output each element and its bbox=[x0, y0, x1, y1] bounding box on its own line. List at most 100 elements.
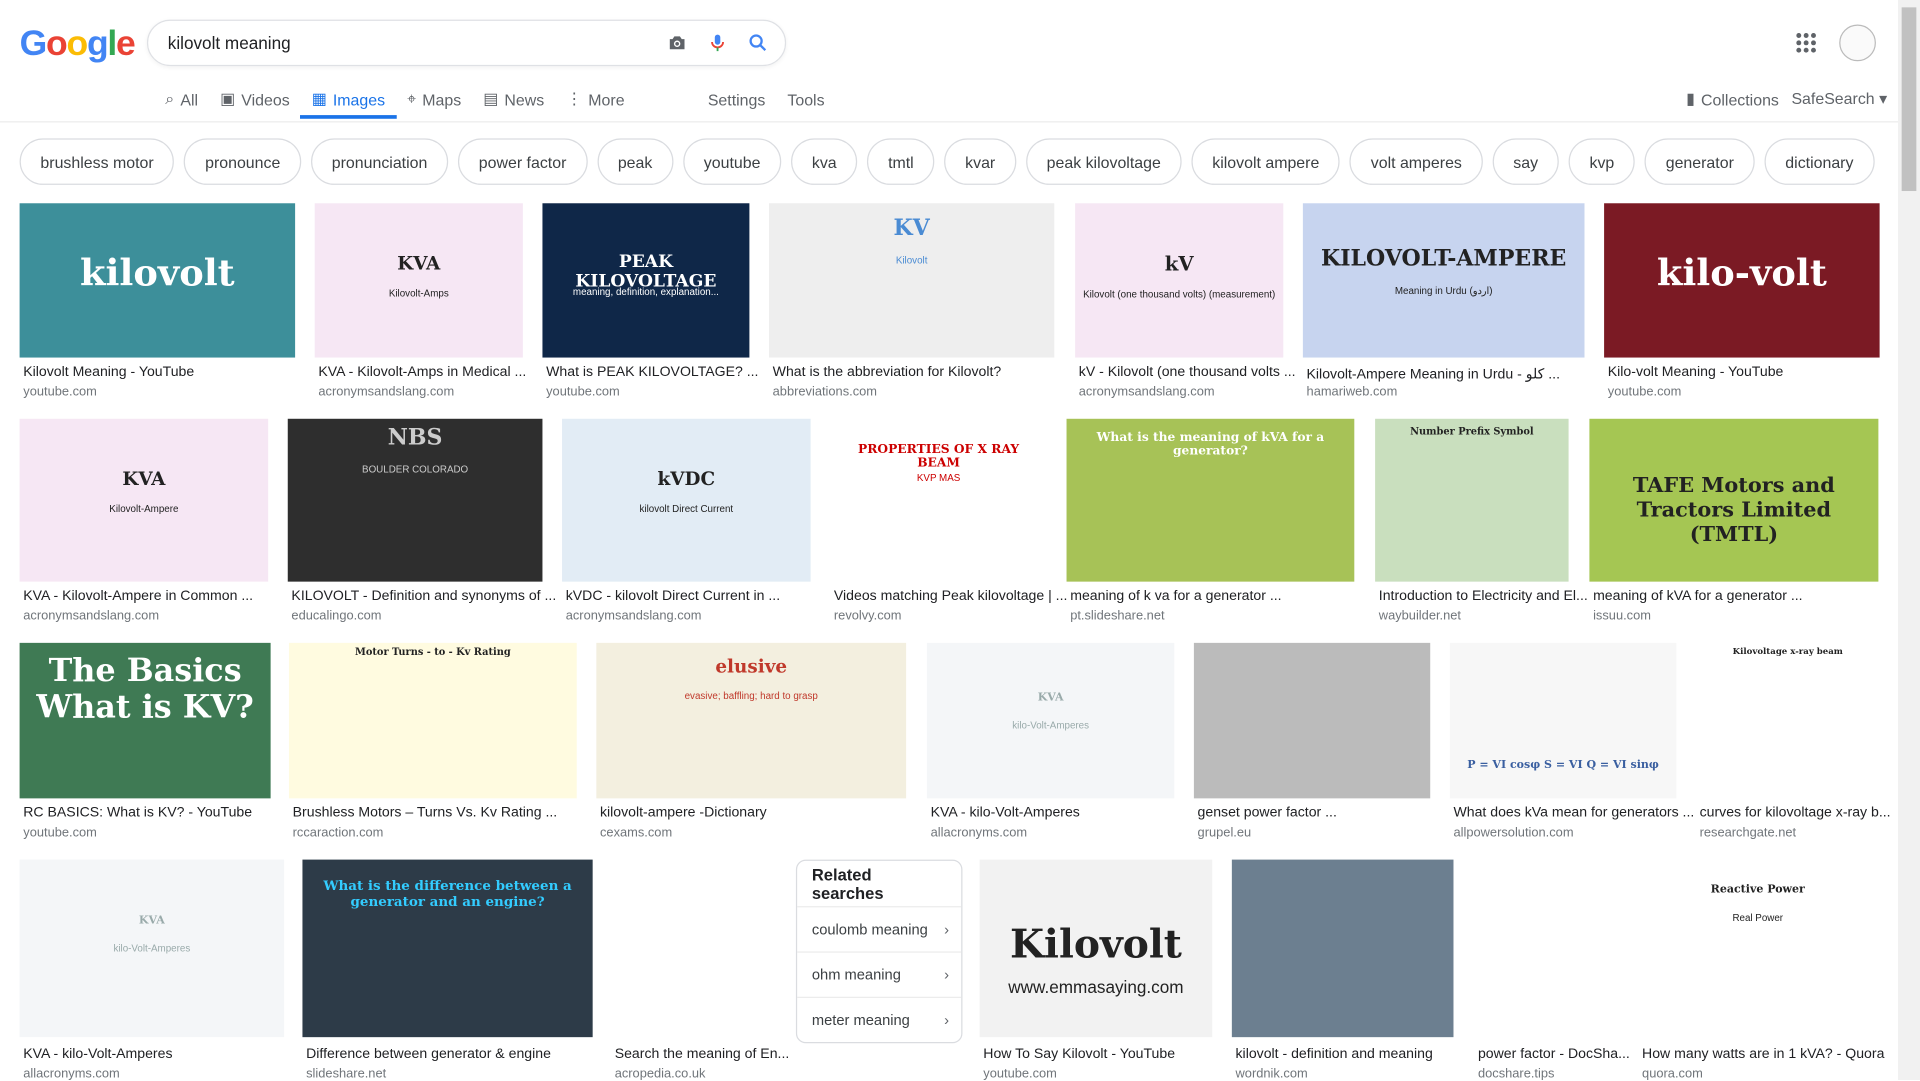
chip[interactable]: youtube bbox=[682, 138, 782, 185]
result-source[interactable]: allacronyms.com bbox=[931, 825, 1027, 840]
result-thumbnail[interactable] bbox=[1231, 859, 1454, 1038]
result-thumbnail[interactable]: KVA kilo-Volt-Amperes bbox=[19, 859, 285, 1038]
result-thumbnail[interactable]: KVA Kilovolt-Ampere bbox=[19, 418, 269, 582]
result-thumbnail[interactable]: The Basics What is KV? bbox=[19, 642, 271, 799]
result-source[interactable]: waybuilder.net bbox=[1379, 609, 1461, 624]
result-thumbnail[interactable]: Number Prefix Symbol bbox=[1375, 418, 1569, 582]
camera-icon[interactable] bbox=[666, 32, 688, 54]
result-thumbnail[interactable]: NBS BOULDER COLORADO bbox=[287, 418, 543, 582]
result-title[interactable]: KVA - Kilovolt-Ampere in Common ... bbox=[23, 589, 253, 604]
related-item[interactable]: meter meaning › bbox=[797, 996, 962, 1042]
chip[interactable]: kilovolt ampere bbox=[1191, 138, 1341, 185]
result-title[interactable]: KVA - kilo-Volt-Amperes bbox=[931, 806, 1080, 821]
result-thumbnail[interactable]: TAFE Motors and Tractors Limited (TMTL) bbox=[1589, 418, 1879, 582]
result-title[interactable]: kilovolt-ampere -Dictionary bbox=[600, 806, 767, 821]
result-thumbnail[interactable]: Motor Turns - to - Kv Rating bbox=[288, 642, 577, 799]
result-title[interactable]: kV - Kilovolt (one thousand volts ... bbox=[1079, 365, 1296, 380]
result-source[interactable]: youtube.com bbox=[983, 1067, 1057, 1081]
result-thumbnail[interactable] bbox=[611, 859, 776, 1038]
result-source[interactable]: youtube.com bbox=[546, 384, 620, 399]
result-thumbnail[interactable]: elusive evasive; baffling; hard to grasp bbox=[596, 642, 907, 799]
result-source[interactable]: educalingo.com bbox=[291, 609, 381, 624]
result-source[interactable]: acronymsandslang.com bbox=[1079, 384, 1215, 399]
chip[interactable]: kvp bbox=[1568, 138, 1636, 185]
result-thumbnail[interactable]: kVDC kilovolt Direct Current bbox=[562, 418, 811, 582]
result-thumbnail[interactable]: What is the difference between a generat… bbox=[302, 859, 593, 1038]
search-icon[interactable] bbox=[747, 32, 769, 54]
result-thumbnail[interactable]: PROPERTIES OF X RAY BEAM KVP MAS bbox=[830, 418, 1047, 582]
result-source[interactable]: slideshare.net bbox=[306, 1067, 386, 1081]
tab-news[interactable]: ▤ News bbox=[483, 88, 544, 110]
chip[interactable]: kva bbox=[791, 138, 858, 185]
result-thumbnail[interactable]: What is the meaning of kVA for a generat… bbox=[1066, 418, 1355, 582]
tab-maps[interactable]: ⌖ Maps bbox=[407, 88, 461, 110]
result-title[interactable]: How many watts are in 1 kVA? - Quora bbox=[1642, 1047, 1884, 1062]
result-source[interactable]: pt.slideshare.net bbox=[1070, 609, 1164, 624]
tab-images[interactable]: ▦ Images bbox=[299, 88, 398, 119]
search-box[interactable]: kilovolt meaning bbox=[146, 19, 787, 67]
chip[interactable]: say bbox=[1492, 138, 1559, 185]
tab-all[interactable]: ⌕ All bbox=[165, 88, 198, 110]
result-title[interactable]: power factor - DocSha... bbox=[1478, 1047, 1630, 1062]
chip[interactable]: power factor bbox=[457, 138, 588, 185]
result-title[interactable]: Search the meaning of En... bbox=[615, 1047, 790, 1062]
result-title[interactable]: meaning of kVA for a generator ... bbox=[1593, 589, 1803, 604]
result-thumbnail[interactable]: KILOVOLT-AMPERE Meaning in Urdu (اردو) bbox=[1302, 203, 1585, 358]
related-item[interactable]: ohm meaning › bbox=[797, 951, 962, 996]
result-source[interactable]: acronymsandslang.com bbox=[566, 609, 702, 624]
microphone-icon[interactable] bbox=[707, 32, 729, 54]
result-source[interactable]: grupel.eu bbox=[1198, 825, 1252, 840]
result-thumbnail[interactable]: KVA Kilovolt-Amps bbox=[314, 203, 523, 358]
result-thumbnail[interactable]: PEAK KILOVOLTAGE meaning, definition, exp… bbox=[542, 203, 750, 358]
chip[interactable]: kvar bbox=[944, 138, 1017, 185]
chip[interactable]: pronounce bbox=[184, 138, 302, 185]
result-title[interactable]: How To Say Kilovolt - YouTube bbox=[983, 1047, 1175, 1062]
related-item[interactable]: coulomb meaning › bbox=[797, 906, 962, 951]
chip[interactable]: brushless motor bbox=[19, 138, 175, 185]
chip[interactable]: tmtl bbox=[867, 138, 935, 185]
result-thumbnail[interactable]: Kilovolt www.emmasaying.com bbox=[979, 859, 1213, 1038]
result-thumbnail[interactable]: Kilovoltage x-ray beam bbox=[1695, 642, 1880, 799]
result-thumbnail[interactable]: kilovolt bbox=[19, 203, 296, 358]
result-title[interactable]: Kilovolt-Ampere Meaning in Urdu - کلو ..… bbox=[1307, 365, 1560, 382]
result-title[interactable]: meaning of k va for a generator ... bbox=[1070, 589, 1281, 604]
result-source[interactable]: wordnik.com bbox=[1236, 1067, 1308, 1081]
chip[interactable]: peak kilovoltage bbox=[1025, 138, 1182, 185]
google-logo[interactable]: Google bbox=[20, 24, 136, 64]
result-thumbnail[interactable] bbox=[1474, 859, 1619, 1038]
result-source[interactable]: docshare.tips bbox=[1478, 1067, 1554, 1081]
result-thumbnail[interactable]: kV Kilovolt (one thousand volts) (measure… bbox=[1075, 203, 1284, 358]
collections-link[interactable]: ▮ Collections bbox=[1686, 89, 1779, 109]
account-avatar[interactable] bbox=[1839, 24, 1876, 62]
result-source[interactable]: youtube.com bbox=[1608, 384, 1682, 399]
result-source[interactable]: allacronyms.com bbox=[23, 1067, 119, 1081]
apps-grid-icon[interactable] bbox=[1795, 32, 1817, 54]
result-source[interactable]: quora.com bbox=[1642, 1067, 1703, 1081]
result-title[interactable]: Brushless Motors – Turns Vs. Kv Rating .… bbox=[293, 806, 558, 821]
result-title[interactable]: KILOVOLT - Definition and synonyms of ..… bbox=[291, 589, 556, 604]
result-thumbnail[interactable]: Reactive Power Real Power bbox=[1638, 859, 1878, 1038]
result-source[interactable]: abbreviations.com bbox=[773, 384, 877, 399]
result-title[interactable]: curves for kilovoltage x-ray b... bbox=[1700, 806, 1891, 821]
result-source[interactable]: researchgate.net bbox=[1700, 825, 1797, 840]
result-thumbnail[interactable]: KVA kilo-Volt-Amperes bbox=[926, 642, 1175, 799]
settings-link[interactable]: Settings bbox=[708, 88, 766, 110]
result-thumbnail[interactable]: kilo-volt bbox=[1604, 203, 1880, 358]
chip[interactable]: peak bbox=[597, 138, 674, 185]
tab-videos[interactable]: ▣ Videos bbox=[220, 88, 290, 110]
result-title[interactable]: What does kVa mean for generators ... bbox=[1453, 806, 1694, 821]
tools-link[interactable]: Tools bbox=[787, 88, 824, 110]
search-input[interactable]: kilovolt meaning bbox=[168, 33, 291, 53]
result-source[interactable]: acronymsandslang.com bbox=[318, 384, 454, 399]
result-thumbnail[interactable]: KV Kilovolt bbox=[768, 203, 1055, 358]
tab-more[interactable]: ⋮ More bbox=[566, 88, 624, 110]
result-title[interactable]: Introduction to Electricity and El... bbox=[1379, 589, 1588, 604]
result-title[interactable]: Difference between generator & engine bbox=[306, 1047, 551, 1062]
scrollbar-thumb[interactable] bbox=[1901, 7, 1917, 192]
result-title[interactable]: kVDC - kilovolt Direct Current in ... bbox=[566, 589, 780, 604]
result-title[interactable]: Videos matching Peak kilovoltage | ... bbox=[834, 589, 1068, 604]
safesearch-menu[interactable]: SafeSearch ▾ bbox=[1791, 89, 1887, 109]
result-title[interactable]: RC BASICS: What is KV? - YouTube bbox=[23, 806, 252, 821]
result-title[interactable]: kilovolt - definition and meaning bbox=[1236, 1047, 1433, 1062]
result-title[interactable]: Kilo-volt Meaning - YouTube bbox=[1608, 365, 1784, 380]
